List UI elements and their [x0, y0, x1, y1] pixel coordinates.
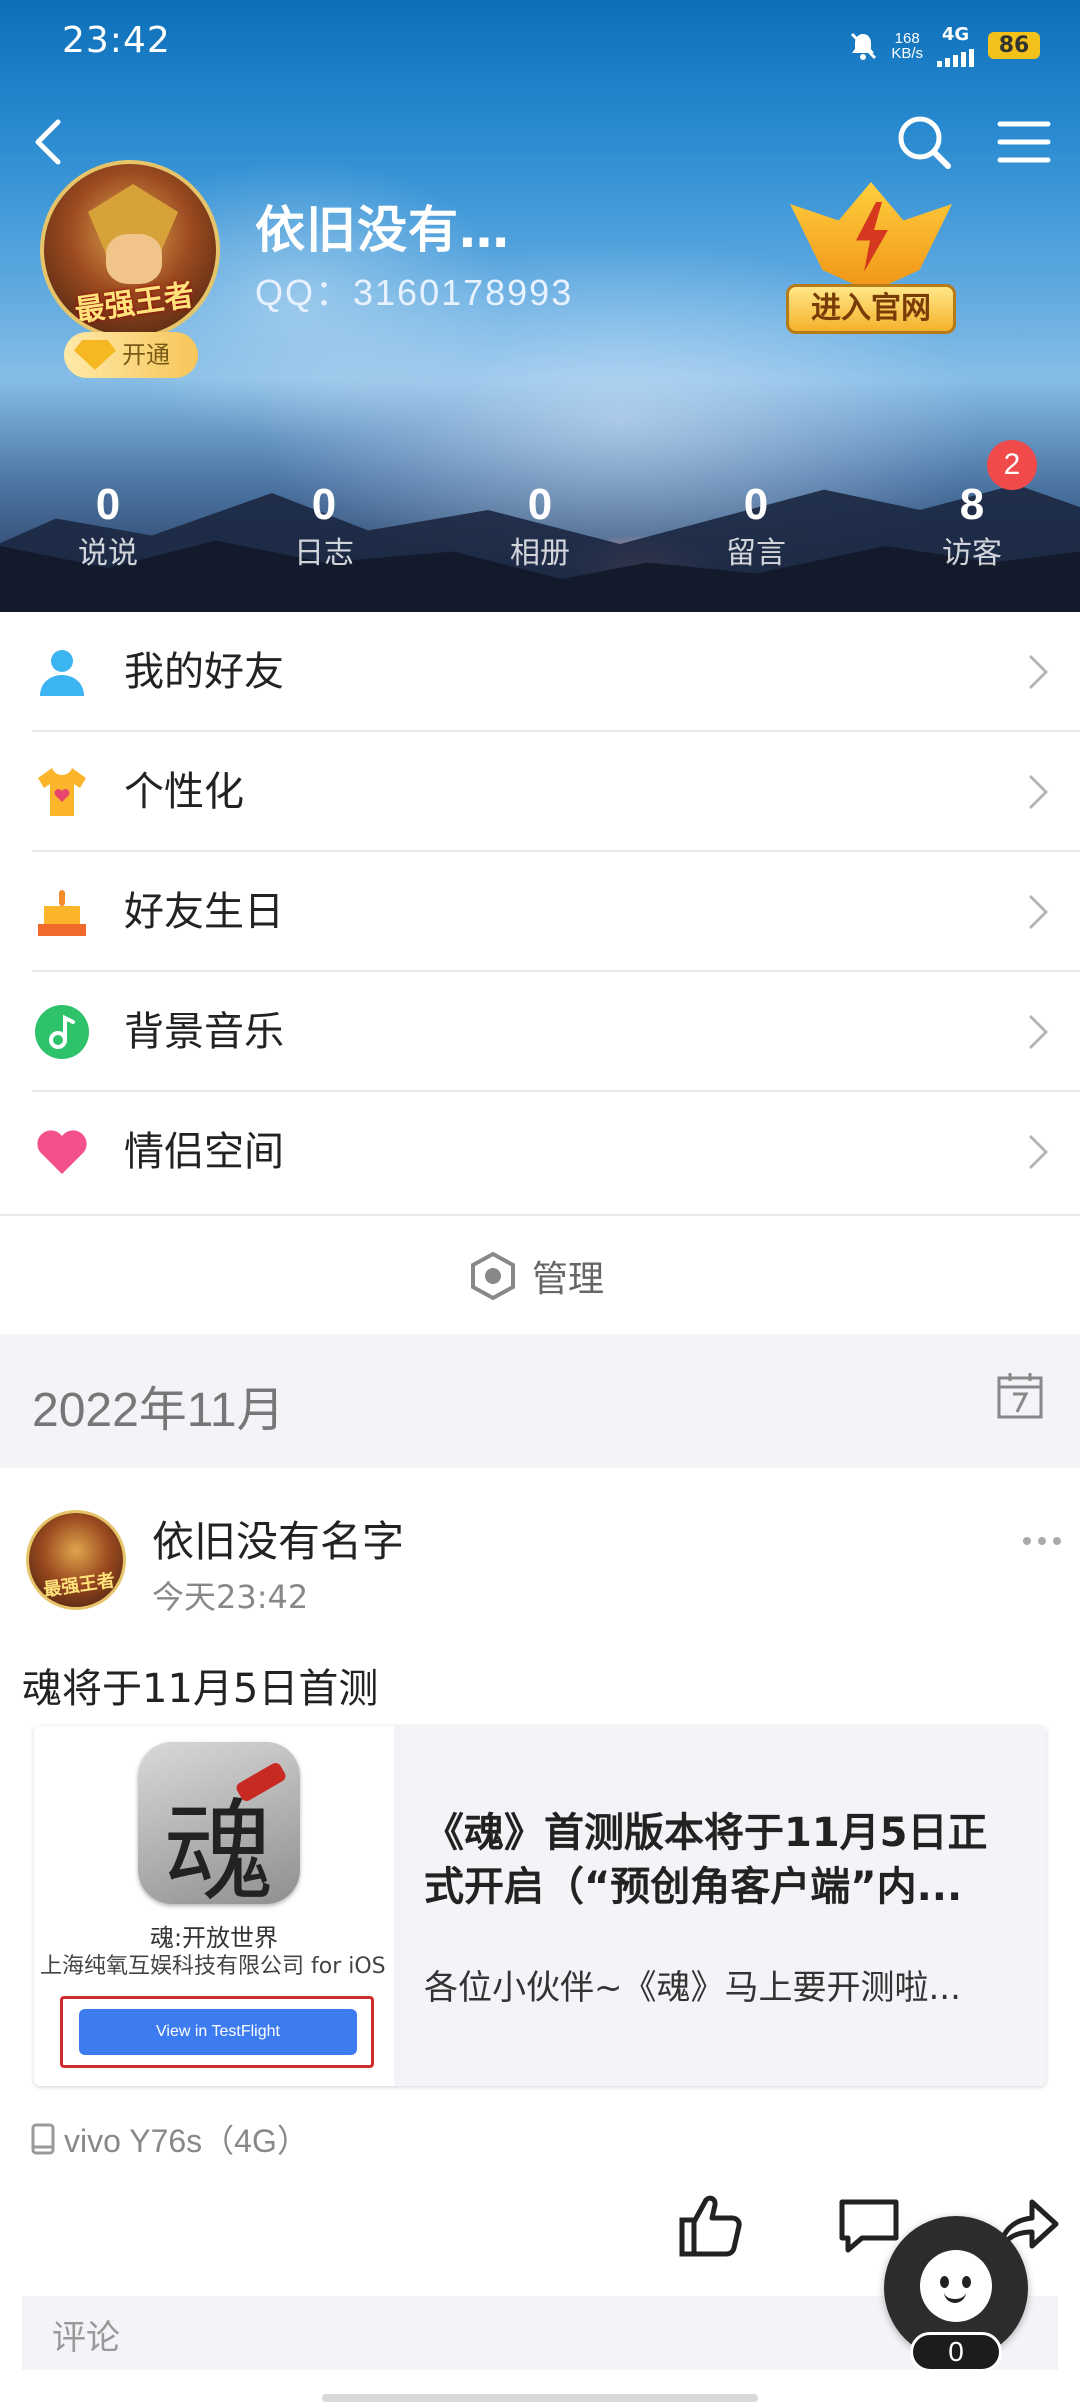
menu-item-couple[interactable]: 情侣空间 — [0, 1092, 1080, 1212]
net-speed-value: 168 — [894, 29, 920, 47]
friends-icon — [40, 650, 84, 696]
status-time: 23:42 — [62, 20, 171, 61]
menu-label: 我的好友 — [124, 649, 284, 695]
comment-placeholder: 评论 — [52, 2318, 120, 2358]
shared-link-title: 《魂》首测版本将于11月5日正式开启（“预创角客户端”内... — [424, 1810, 988, 1910]
tshirt-icon — [38, 768, 86, 816]
stat-label: 留言 — [726, 536, 786, 571]
manage-inner: 管理 — [470, 1250, 604, 1302]
chevron-right-icon — [1028, 894, 1049, 930]
stat-album[interactable]: 0 相册 — [432, 478, 648, 588]
post-avatar-stamp: 最强王者 — [42, 1570, 117, 1601]
stat-value: 8 — [959, 480, 985, 529]
post-text: 魂将于11月5日首测 — [22, 1666, 379, 1712]
home-indicator[interactable] — [322, 2394, 758, 2402]
menu-label: 背景音乐 — [124, 1009, 284, 1055]
stat-value: 0 — [527, 480, 553, 529]
bell-muted-icon — [851, 32, 877, 60]
calendar-icon[interactable] — [996, 1370, 1044, 1420]
menu-label: 情侣空间 — [124, 1129, 284, 1175]
signal-icon — [937, 45, 974, 67]
profile-nickname: 依旧没有… — [255, 201, 510, 259]
comment-icon[interactable] — [836, 2196, 902, 2256]
chevron-right-icon — [1028, 774, 1049, 810]
menu-list: 我的好友 个性化 好友生日 背景音乐 情侣空间 — [0, 612, 1080, 1212]
app-icon: 魂 — [138, 1742, 300, 1904]
menu-item-music[interactable]: 背景音乐 — [0, 972, 1080, 1092]
profile-qq: QQ：3160178993 — [255, 272, 574, 313]
avatar[interactable]: 最强王者 — [40, 160, 220, 340]
post-device: vivo Y76s（4G） — [30, 2116, 309, 2162]
device-label: vivo Y76s（4G） — [64, 2123, 309, 2159]
stat-value: 0 — [95, 480, 121, 529]
stats-row: 0 说说 0 日志 0 相册 0 留言 8 访客 — [0, 478, 1080, 588]
shared-link-card[interactable]: 魂 魂:开放世界 上海纯氧互娱科技有限公司 for iOS View in Te… — [34, 1726, 1046, 2086]
stat-label: 说说 — [78, 536, 138, 571]
phone-icon — [31, 2123, 55, 2155]
menu-icon[interactable] — [992, 110, 1056, 174]
menu-label: 个性化 — [124, 769, 244, 815]
visitor-badge: 2 — [987, 440, 1037, 490]
vip-open-button[interactable]: 开通 — [64, 332, 198, 378]
stat-shuoshuo[interactable]: 0 说说 — [0, 478, 216, 588]
menu-label: 好友生日 — [124, 889, 284, 935]
official-site-button[interactable]: 进入官网 — [780, 172, 962, 342]
testflight-button: View in TestFlight — [79, 2009, 357, 2055]
floating-assistant-count: 0 — [910, 2332, 1002, 2372]
manage-hexagon-icon — [471, 1251, 515, 1301]
diamond-icon — [74, 340, 116, 370]
more-icon[interactable] — [1020, 1526, 1064, 1556]
shared-link-desc: 各位小伙伴~《魂》马上要开测啦... — [424, 1968, 961, 2008]
post-time: 今天23:42 — [152, 1578, 309, 1616]
net-speed: 168 KB/s — [891, 31, 923, 61]
post-author[interactable]: 依旧没有名字 — [152, 1508, 404, 1569]
post-avatar[interactable]: 最强王者 — [26, 1510, 126, 1610]
search-icon[interactable] — [892, 110, 956, 174]
back-icon[interactable] — [22, 112, 82, 172]
stat-label: 相册 — [510, 536, 570, 571]
status-bar: 23:42 168 KB/s 4G 86 — [0, 0, 1080, 86]
official-site-label: 进入官网 — [786, 284, 956, 334]
network-type: 4G — [941, 24, 970, 45]
stat-blog[interactable]: 0 日志 — [216, 478, 432, 588]
chevron-right-icon — [1028, 1014, 1049, 1050]
manage-button[interactable]: 管理 — [0, 1214, 1080, 1332]
stat-messages[interactable]: 0 留言 — [648, 478, 864, 588]
stat-label: 日志 — [294, 536, 354, 571]
chevron-right-icon — [1028, 654, 1049, 690]
heart-icon — [37, 1130, 87, 1174]
status-right: 168 KB/s 4G 86 — [849, 24, 1040, 67]
stat-value: 0 — [311, 480, 337, 529]
shared-link-thumbnail: 魂 魂:开放世界 上海纯氧互娱科技有限公司 for iOS View in Te… — [34, 1726, 394, 2086]
music-icon — [35, 1005, 89, 1059]
cake-icon — [38, 890, 86, 936]
net-speed-unit: KB/s — [891, 44, 923, 62]
menu-item-birthday[interactable]: 好友生日 — [0, 852, 1080, 972]
stat-label: 访客 — [942, 536, 1002, 571]
stat-visitors[interactable]: 8 访客 — [864, 478, 1080, 588]
chevron-right-icon — [1028, 1134, 1049, 1170]
like-icon[interactable] — [676, 2190, 746, 2260]
month-label: 2022年11月 — [32, 1384, 285, 1437]
menu-item-friends[interactable]: 我的好友 — [0, 612, 1080, 732]
month-header: 2022年11月 — [0, 1334, 1080, 1468]
app-developer: 上海纯氧互娱科技有限公司 for iOS — [40, 1954, 386, 1979]
highlight-box: View in TestFlight — [60, 1996, 374, 2068]
smiley-icon — [920, 2250, 992, 2322]
menu-item-personalize[interactable]: 个性化 — [0, 732, 1080, 852]
signal-group: 4G — [937, 24, 974, 67]
stat-value: 0 — [743, 480, 769, 529]
battery-icon: 86 — [988, 32, 1040, 59]
manage-label: 管理 — [532, 1259, 605, 1300]
vip-open-label: 开通 — [122, 341, 170, 369]
